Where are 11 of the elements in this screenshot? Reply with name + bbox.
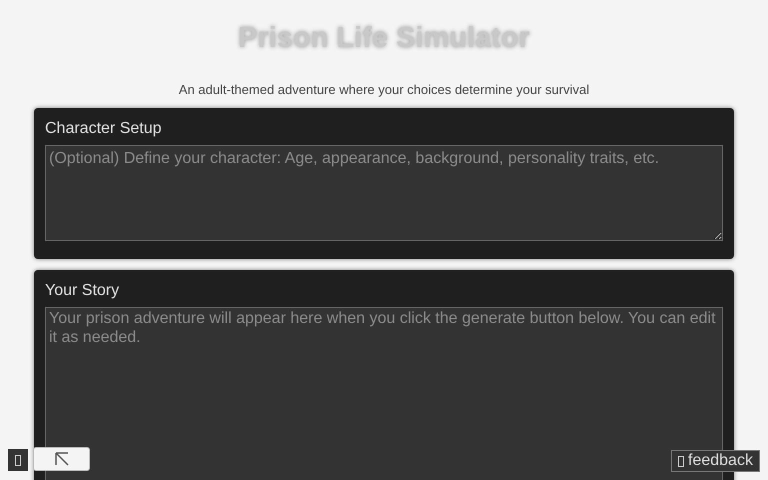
missing-glyph-icon [15, 454, 21, 466]
section-label: Character Setup [45, 118, 162, 138]
arrow-up-left-icon [54, 452, 68, 466]
page-subtitle: An adult-themed adventure where your choices determine your survival [178, 81, 590, 99]
feedback-button[interactable]: feedback [671, 450, 760, 472]
page-title: Prison Life Simulator [237, 21, 531, 56]
section-label: Your Story [45, 280, 120, 300]
text-area[interactable]: (Optional) Define your character: Age, appearance, background, personality traits, etc. [45, 144, 723, 240]
scroll-top-button[interactable] [33, 447, 90, 471]
icon-button[interactable] [8, 449, 28, 471]
missing-glyph-icon [678, 456, 684, 466]
